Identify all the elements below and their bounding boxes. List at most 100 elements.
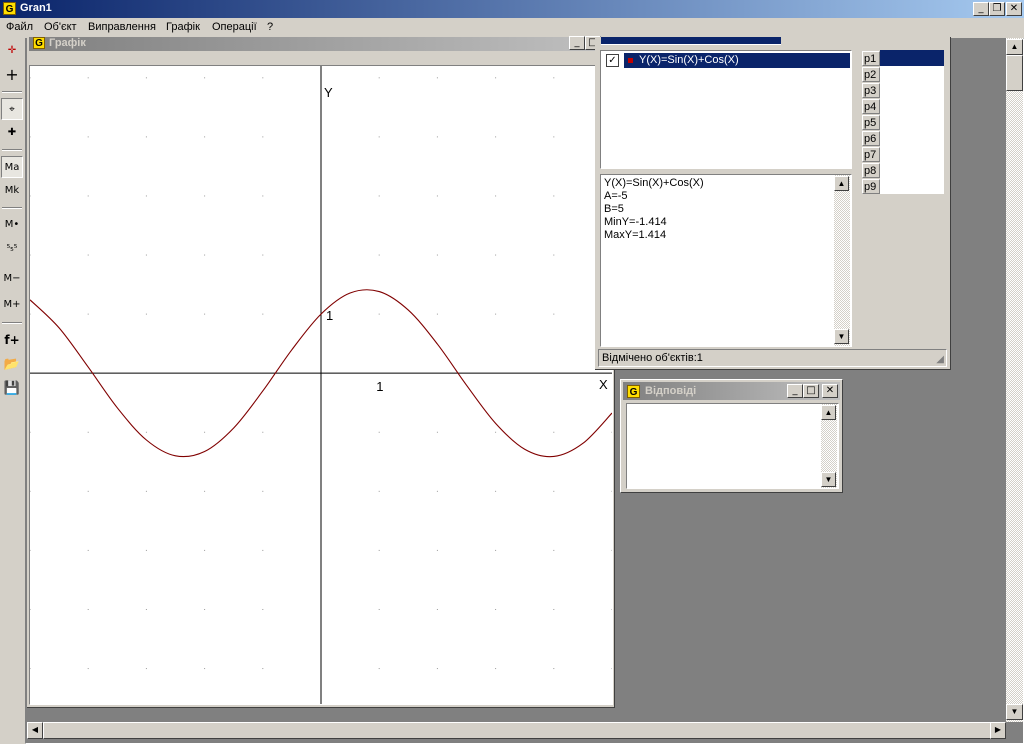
grid-dot	[145, 136, 147, 138]
function-list[interactable]: Y(X)=Sin(X)+Cos(X) ✓	[600, 50, 852, 169]
restore-button[interactable]: ❐	[989, 2, 1005, 16]
menu-file[interactable]: Файл	[6, 21, 33, 33]
cross-icon[interactable]: ✚	[1, 122, 23, 144]
zoom-point-button[interactable]: M•	[1, 214, 23, 236]
param-button-p4[interactable]: p4	[862, 99, 880, 114]
close-button[interactable]: ✕	[1006, 2, 1022, 16]
grid-dot	[204, 431, 206, 433]
answers-maximize-button[interactable]: □	[803, 384, 819, 398]
grid-dot	[145, 313, 147, 315]
menu-operations[interactable]: Операції	[212, 21, 257, 33]
answers-textbox[interactable]: ▲ ▼	[626, 403, 839, 489]
objects-top-slider[interactable]	[601, 37, 781, 45]
point-icon[interactable]: ⌖	[1, 98, 23, 120]
grid-dot	[611, 608, 612, 610]
info-scroll-down-button[interactable]: ▼	[834, 329, 849, 344]
grid-dot	[30, 313, 31, 315]
open-folder-icon[interactable]: 📂	[1, 354, 23, 376]
grid-dot	[553, 77, 555, 79]
save-disk-icon[interactable]: 💾	[1, 378, 23, 400]
status-bar: Відмічено об'єктів:1 ◢	[598, 349, 947, 367]
grid-dot	[87, 668, 89, 670]
grid-dot	[262, 549, 264, 551]
grid-dot	[553, 431, 555, 433]
grid-dot	[436, 195, 438, 197]
menu-edit[interactable]: Виправлення	[88, 21, 156, 33]
param-button-p2[interactable]: p2	[862, 67, 880, 82]
info-line: Y(X)=Sin(X)+Cos(X)	[604, 177, 704, 189]
answers-window-icon[interactable]: G	[627, 385, 640, 398]
resize-grip-icon[interactable]: ◢	[936, 354, 944, 365]
grid-dot	[436, 77, 438, 79]
info-scrollbar[interactable]	[834, 175, 850, 346]
graph-minimize-button[interactable]: _	[569, 36, 585, 50]
menu-graph[interactable]: Графік	[166, 21, 200, 33]
scale-button[interactable]: ⁵₅⁵	[1, 238, 23, 260]
param-button-p1[interactable]: p1	[862, 51, 880, 66]
minimize-button[interactable]: _	[973, 2, 989, 16]
grid-dot	[553, 608, 555, 610]
grid-dot	[145, 668, 147, 670]
info-line: MaxY=1.414	[604, 229, 667, 241]
menu-help[interactable]: ?	[267, 21, 273, 33]
graph-window-title: Графік	[49, 37, 86, 49]
function-checkbox[interactable]: ✓	[606, 54, 619, 67]
info-scroll-up-button[interactable]: ▲	[834, 176, 849, 191]
grid-dot	[262, 136, 264, 138]
param-button-p3[interactable]: p3	[862, 83, 880, 98]
answers-scroll-up-button[interactable]: ▲	[821, 405, 836, 420]
grid-dot	[30, 608, 31, 610]
crosshair-icon[interactable]: +	[1, 64, 23, 86]
answers-titlebar[interactable]: G Відповіді _ □ ✕	[623, 382, 840, 400]
grid-dot	[204, 195, 206, 197]
info-line: MinY=-1.414	[604, 216, 667, 228]
param-button-p9[interactable]: p9	[862, 179, 880, 194]
graph-window-titlebar[interactable]: G Графік _ □	[29, 36, 613, 51]
graph-canvas[interactable]: X Y 1 1	[29, 65, 613, 705]
add-function-button[interactable]: f+	[1, 329, 23, 351]
answers-close-button[interactable]: ✕	[822, 384, 838, 398]
main-vertical-thumb[interactable]	[1006, 55, 1023, 91]
grid-dot	[204, 608, 206, 610]
grid-dot	[495, 77, 497, 79]
main-vertical-scrollbar[interactable]	[1006, 38, 1023, 722]
graph-plot[interactable]: X Y 1 1	[30, 66, 612, 704]
grid-dot	[553, 313, 555, 315]
zoom-out-button[interactable]: M−	[1, 268, 23, 290]
param-selected-cell[interactable]	[880, 50, 944, 66]
graph-window-icon[interactable]: G	[33, 37, 45, 49]
grid-dot	[145, 490, 147, 492]
grid-dot	[378, 195, 380, 197]
main-scroll-right-button[interactable]: ▶	[990, 722, 1006, 739]
grid-dot	[30, 490, 31, 492]
info-line: A=-5	[604, 190, 628, 202]
param-button-p7[interactable]: p7	[862, 147, 880, 162]
main-scroll-left-button[interactable]: ◀	[27, 722, 43, 739]
zoom-auto-button[interactable]: Ma	[1, 156, 23, 178]
zoom-custom-button[interactable]: Mk	[1, 180, 23, 202]
objects-window: Y(X)=Sin(X)+Cos(X) ✓ Y(X)=Sin(X)+Cos(X) …	[595, 37, 951, 370]
grid-dot	[145, 254, 147, 256]
grid-dot	[378, 136, 380, 138]
menu-object[interactable]: Об'єкт	[44, 21, 77, 33]
grid-dot	[262, 313, 264, 315]
main-scroll-down-button[interactable]: ▼	[1006, 704, 1023, 720]
grid-dot	[378, 668, 380, 670]
param-button-p5[interactable]: p5	[862, 115, 880, 130]
param-button-p6[interactable]: p6	[862, 131, 880, 146]
zoom-in-button[interactable]: M+	[1, 294, 23, 316]
grid-dot	[145, 431, 147, 433]
left-toolbar: ✛ + ⌖ ✚ Ma Mk M• ⁵₅⁵ M− M+ f+ 📂 💾	[0, 38, 25, 744]
app-icon[interactable]: G	[3, 2, 16, 15]
function-list-item[interactable]: Y(X)=Sin(X)+Cos(X)	[624, 53, 850, 68]
grid-dot	[262, 668, 264, 670]
param-values-column[interactable]	[880, 66, 944, 194]
answers-scroll-down-button[interactable]: ▼	[821, 472, 836, 487]
main-horizontal-thumb[interactable]	[43, 722, 993, 739]
param-button-p8[interactable]: p8	[862, 163, 880, 178]
axes-icon[interactable]: ✛	[1, 40, 23, 62]
x-tick-label: 1	[376, 379, 383, 394]
answers-minimize-button[interactable]: _	[787, 384, 803, 398]
main-scroll-up-button[interactable]: ▲	[1006, 39, 1023, 55]
grid-dot	[262, 431, 264, 433]
